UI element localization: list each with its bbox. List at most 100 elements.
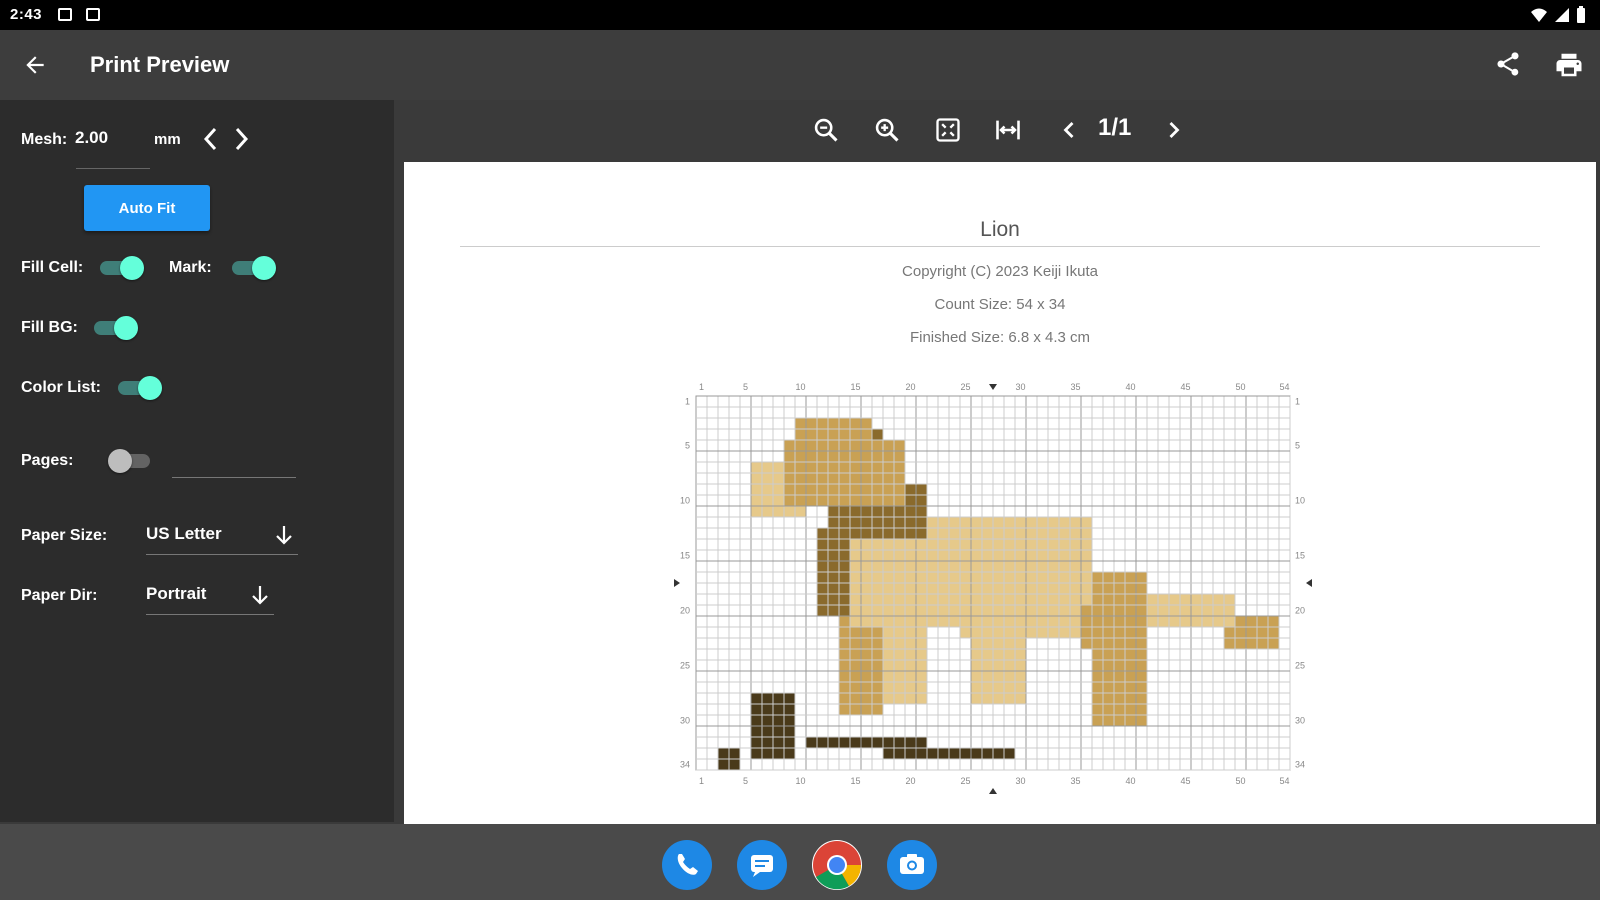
x-tick-label-bottom: 50 xyxy=(1235,776,1245,786)
status-time: 2:43 xyxy=(10,6,43,23)
x-tick-label-top: 25 xyxy=(960,382,970,392)
fill-cell-label: Fill Cell: xyxy=(21,259,84,276)
chrome-app-icon[interactable] xyxy=(812,840,862,890)
status-bar: 2:43 xyxy=(0,0,1600,30)
x-tick-label-top: 35 xyxy=(1070,382,1080,392)
y-tick-label-left: 34 xyxy=(680,760,690,770)
paper-size-dropdown[interactable]: US Letter xyxy=(146,524,222,544)
fill-cell-switch[interactable] xyxy=(98,256,144,280)
x-tick-label-top: 30 xyxy=(1015,382,1025,392)
pages-switch[interactable] xyxy=(108,449,152,473)
title-divider xyxy=(460,246,1540,247)
y-tick-label-right: 25 xyxy=(1295,661,1305,671)
status-icons xyxy=(1530,6,1586,24)
center-marker-right xyxy=(1306,579,1312,587)
wifi-icon xyxy=(1531,8,1547,22)
mesh-label: Mesh: xyxy=(21,131,68,148)
center-marker-bottom xyxy=(989,788,997,794)
chevron-left-icon[interactable] xyxy=(200,124,222,154)
center-marker-left xyxy=(674,579,680,587)
x-tick-label-top: 45 xyxy=(1180,382,1190,392)
taskbar xyxy=(0,824,1600,900)
mesh-unit: mm xyxy=(154,131,181,148)
color-list-switch[interactable] xyxy=(116,376,162,400)
x-tick-label-bottom: 35 xyxy=(1070,776,1080,786)
page-title: Print Preview xyxy=(90,52,230,77)
fit-width-icon[interactable] xyxy=(994,116,1022,144)
paper-dir-dropdown[interactable]: Portrait xyxy=(146,584,206,604)
app-bar: Print Preview xyxy=(0,30,1600,100)
y-tick-label-left: 1 xyxy=(685,397,690,407)
x-tick-label-bottom: 1 xyxy=(699,776,704,786)
zoom-in-icon[interactable] xyxy=(873,116,901,144)
mark-switch[interactable] xyxy=(230,256,276,280)
y-tick-label-right: 1 xyxy=(1295,397,1300,407)
y-tick-label-right: 20 xyxy=(1295,606,1305,616)
y-tick-label-left: 15 xyxy=(680,551,690,561)
auto-fit-button[interactable]: Auto Fit xyxy=(84,185,210,231)
mesh-input[interactable]: 2.00 xyxy=(75,128,108,148)
paper-size-underline xyxy=(146,554,298,555)
camera-app-icon[interactable] xyxy=(887,840,937,890)
next-page-icon[interactable] xyxy=(1160,116,1188,144)
y-tick-label-right: 30 xyxy=(1295,716,1305,726)
messages-app-icon[interactable] xyxy=(737,840,787,890)
mesh-input-underline xyxy=(76,168,150,169)
y-tick-label-left: 25 xyxy=(680,661,690,671)
x-tick-label-bottom: 5 xyxy=(743,776,748,786)
x-tick-label-top: 54 xyxy=(1279,382,1289,392)
zoom-out-icon[interactable] xyxy=(812,116,840,144)
prev-page-icon[interactable] xyxy=(1055,116,1083,144)
pages-input[interactable] xyxy=(172,477,296,478)
pages-label: Pages: xyxy=(21,452,74,469)
print-preview-page[interactable]: Lion Copyright (C) 2023 Keiji Ikuta Coun… xyxy=(404,162,1596,824)
y-tick-label-left: 5 xyxy=(685,441,690,451)
y-tick-label-right: 5 xyxy=(1295,441,1300,451)
fill-bg-label: Fill BG: xyxy=(21,319,78,336)
y-tick-label-left: 20 xyxy=(680,606,690,616)
paper-dir-label: Paper Dir: xyxy=(21,587,98,604)
x-tick-label-bottom: 20 xyxy=(905,776,915,786)
chevron-right-icon[interactable] xyxy=(230,124,252,154)
cross-stitch-pattern: 1155101015152020252530303535404045455050… xyxy=(674,382,1312,794)
share-icon[interactable] xyxy=(1494,50,1522,78)
x-tick-label-bottom: 45 xyxy=(1180,776,1190,786)
center-marker-top xyxy=(989,384,997,390)
arrow-down-icon-2[interactable] xyxy=(250,584,270,606)
x-tick-label-top: 5 xyxy=(743,382,748,392)
signal-icon xyxy=(1555,8,1569,22)
x-tick-label-top: 10 xyxy=(795,382,805,392)
mark-label: Mark: xyxy=(169,259,212,276)
y-tick-label-right: 15 xyxy=(1295,551,1305,561)
x-tick-label-bottom: 54 xyxy=(1279,776,1289,786)
color-list-label: Color List: xyxy=(21,379,101,396)
fill-bg-switch[interactable] xyxy=(92,316,138,340)
back-arrow-icon[interactable] xyxy=(22,52,48,78)
y-tick-label-right: 34 xyxy=(1295,760,1305,770)
pattern-title: Lion xyxy=(980,218,1020,241)
phone-app-icon[interactable] xyxy=(662,840,712,890)
x-tick-label-bottom: 25 xyxy=(960,776,970,786)
copyright-text: Copyright (C) 2023 Keiji Ikuta xyxy=(902,263,1098,280)
finished-size-text: Finished Size: 6.8 x 4.3 cm xyxy=(909,329,1091,346)
y-tick-label-right: 10 xyxy=(1295,496,1305,506)
fit-page-icon[interactable] xyxy=(934,116,962,144)
y-tick-label-left: 10 xyxy=(680,496,690,506)
notification-icon xyxy=(58,8,72,21)
arrow-down-icon[interactable] xyxy=(274,524,294,546)
x-tick-label-bottom: 15 xyxy=(850,776,860,786)
x-tick-label-top: 15 xyxy=(850,382,860,392)
paper-dir-underline xyxy=(146,614,274,615)
print-icon[interactable] xyxy=(1554,50,1584,80)
x-tick-label-top: 50 xyxy=(1235,382,1245,392)
x-tick-label-bottom: 40 xyxy=(1125,776,1135,786)
x-tick-label-top: 40 xyxy=(1125,382,1135,392)
x-tick-label-top: 1 xyxy=(699,382,704,392)
x-tick-label-top: 20 xyxy=(905,382,915,392)
x-tick-label-bottom: 10 xyxy=(795,776,805,786)
paper-size-label: Paper Size: xyxy=(21,527,108,544)
x-tick-label-bottom: 30 xyxy=(1015,776,1025,786)
page-indicator: 1/1 xyxy=(1098,114,1132,141)
count-size-text: Count Size: 54 x 34 xyxy=(934,296,1066,313)
battery-icon xyxy=(1577,6,1585,23)
